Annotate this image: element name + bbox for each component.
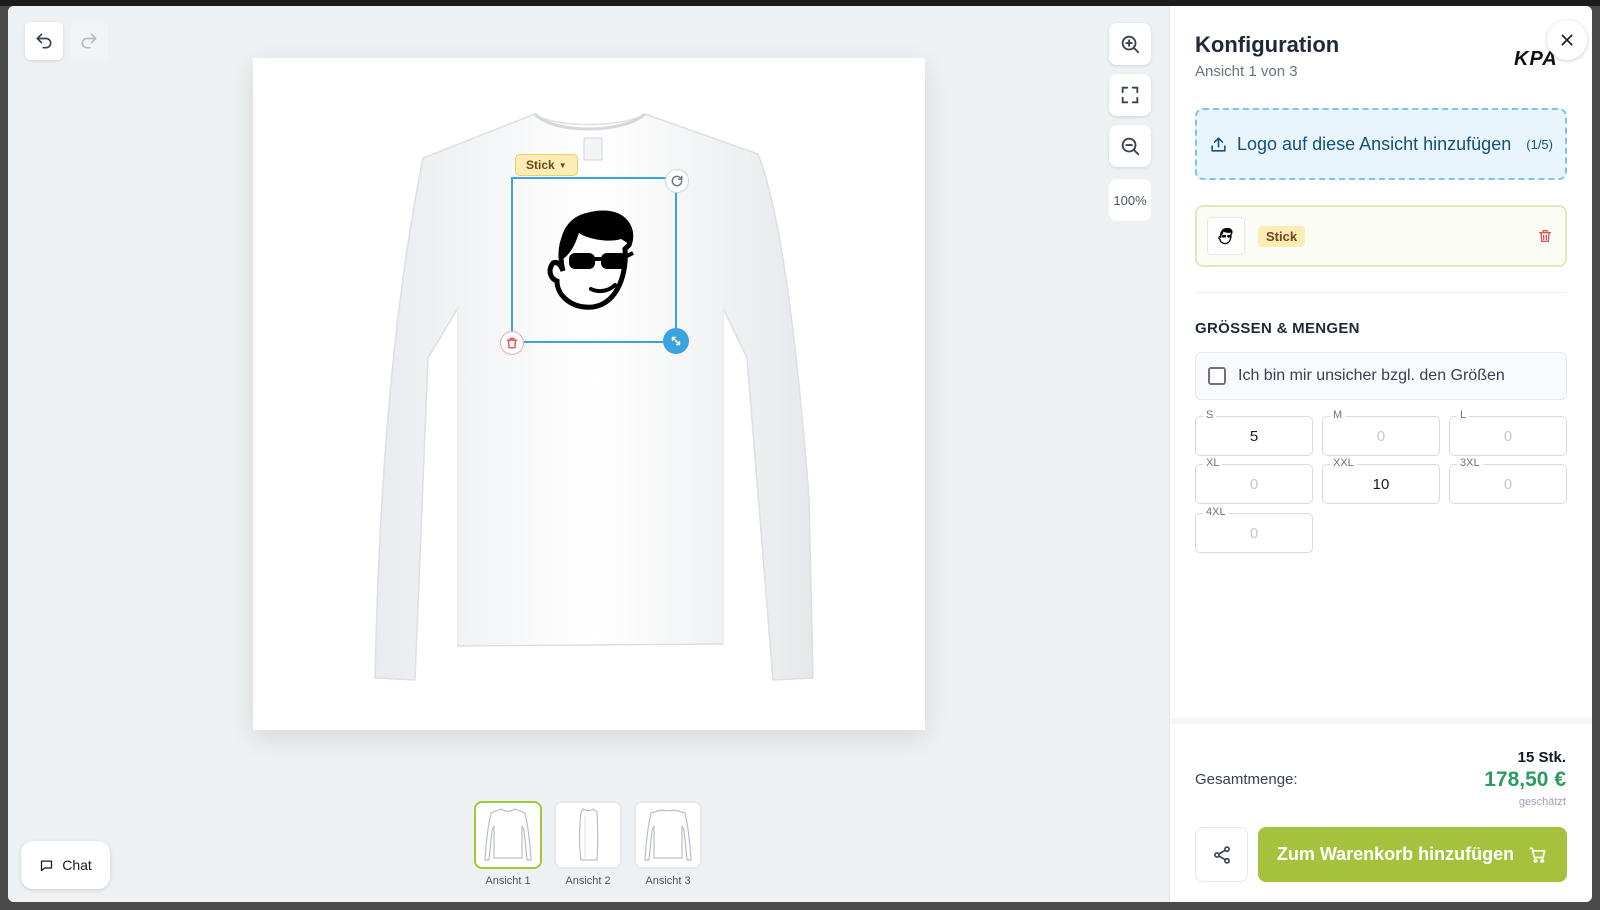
cart-icon xyxy=(1529,847,1546,863)
redo-icon xyxy=(81,33,97,49)
size-placeholder: 0 xyxy=(1503,475,1513,493)
logo-thumbnail xyxy=(1207,217,1245,255)
logo-count: (1/5) xyxy=(1526,136,1553,152)
total-price: 178,50 € xyxy=(1484,768,1566,791)
size-unsure-label: Ich bin mir unsicher bzgl. den Größen xyxy=(1238,367,1505,384)
rotate-icon xyxy=(671,175,683,187)
close-icon xyxy=(1561,34,1573,46)
shirt-front-thumbnail xyxy=(484,808,532,861)
view-thumbnail-image xyxy=(634,801,702,869)
zoom-out-icon xyxy=(1121,137,1140,156)
zoom-out-button[interactable] xyxy=(1109,125,1151,167)
close-button[interactable] xyxy=(1547,20,1587,60)
delete-logo-button[interactable] xyxy=(1535,226,1555,246)
undo-button[interactable] xyxy=(25,22,63,60)
configurator-modal: 100% Stick ▼ Ansicht 1 Ansicht 2 Ansicht… xyxy=(8,6,1592,902)
size-placeholder: 0 xyxy=(1249,524,1259,542)
canvas-area: 100% Stick ▼ Ansicht 1 Ansicht 2 Ansicht… xyxy=(8,6,1169,902)
configuration-panel: Konfiguration Ansicht 1 von 3 KPA Logo a… xyxy=(1169,6,1592,902)
chat-icon xyxy=(41,860,53,871)
size-label: L xyxy=(1457,409,1470,421)
panel-title: Konfiguration xyxy=(1195,32,1340,57)
view-counter: Ansicht 1 von 3 xyxy=(1195,63,1298,80)
sizes-section-title: GRÖSSEN & MENGEN xyxy=(1195,320,1360,337)
add-logo-button[interactable]: Logo auf diese Ansicht hinzufügen (1/5) xyxy=(1195,108,1567,180)
logo-face-thumbnail xyxy=(1218,227,1233,245)
size-input-xxl[interactable]: 10 xyxy=(1322,464,1440,504)
trash-icon xyxy=(506,337,518,349)
size-label: XXL xyxy=(1330,457,1357,469)
view-thumbnail-image xyxy=(474,801,542,869)
size-input-l[interactable]: 0 xyxy=(1449,416,1567,456)
size-input-s[interactable]: 5 xyxy=(1195,416,1313,456)
size-label: M xyxy=(1330,409,1346,421)
price-estimate-note: geschätzt xyxy=(1518,796,1566,808)
add-to-cart-button[interactable]: Zum Warenkorb hinzufügen xyxy=(1258,827,1567,882)
shirt-image xyxy=(374,112,814,681)
share-button[interactable] xyxy=(1195,827,1248,882)
add-logo-label: Logo auf diese Ansicht hinzufügen xyxy=(1237,133,1512,154)
total-quantity: 15 Stk. xyxy=(1517,749,1566,766)
view-thumbnail[interactable]: Ansicht 2 xyxy=(554,801,622,887)
logo-method-badge: Stick xyxy=(1258,225,1306,247)
zoom-level: 100% xyxy=(1109,179,1151,221)
size-placeholder: 0 xyxy=(1376,427,1386,445)
add-to-cart-label: Zum Warenkorb hinzufügen xyxy=(1276,844,1515,864)
footer-separator xyxy=(1170,718,1592,724)
divider xyxy=(1195,292,1567,293)
logo-list-item[interactable]: Stick xyxy=(1195,205,1567,267)
chat-button[interactable]: Chat xyxy=(21,841,110,889)
size-label: 3XL xyxy=(1457,457,1483,469)
total-label: Gesamtmenge: xyxy=(1195,771,1298,788)
trash-icon xyxy=(1539,230,1551,242)
upload-icon xyxy=(1211,136,1226,152)
view-thumbnail-label: Ansicht 1 xyxy=(485,875,531,887)
design-selection-box[interactable] xyxy=(511,177,677,343)
size-label: S xyxy=(1203,409,1217,421)
zoom-in-icon xyxy=(1121,35,1140,54)
size-placeholder: 0 xyxy=(1503,427,1513,445)
view-thumbnail[interactable]: Ansicht 3 xyxy=(634,801,702,887)
resize-icon xyxy=(671,336,681,346)
fullscreen-icon xyxy=(1121,86,1139,104)
view-thumbnail-image xyxy=(554,801,622,869)
size-input-xl[interactable]: 0 xyxy=(1195,464,1313,504)
size-input-3xl[interactable]: 0 xyxy=(1449,464,1567,504)
share-icon xyxy=(1213,845,1230,864)
rotate-handle[interactable] xyxy=(665,169,689,193)
size-input-4xl[interactable]: 0 xyxy=(1195,513,1313,553)
zoom-in-button[interactable] xyxy=(1109,23,1151,65)
print-method-label: Stick xyxy=(526,158,555,172)
resize-handle[interactable] xyxy=(663,328,689,354)
view-thumbnail-label: Ansicht 3 xyxy=(645,875,691,887)
product-artboard: Stick ▼ xyxy=(253,58,925,730)
undo-icon xyxy=(36,33,52,49)
chat-label: Chat xyxy=(62,857,92,873)
fullscreen-button[interactable] xyxy=(1109,74,1151,116)
size-placeholder: 0 xyxy=(1249,475,1259,493)
size-label: XL xyxy=(1203,457,1223,469)
shirt-side-thumbnail xyxy=(578,808,599,861)
logo-face-graphic xyxy=(547,210,634,310)
size-unsure-checkbox[interactable] xyxy=(1208,367,1226,385)
redo-button[interactable] xyxy=(70,22,108,60)
delete-design-handle[interactable] xyxy=(500,331,524,355)
view-thumbnail-label: Ansicht 2 xyxy=(565,875,611,887)
view-thumbnail[interactable]: Ansicht 1 xyxy=(474,801,542,887)
caret-down-icon: ▼ xyxy=(558,160,567,170)
size-unsure-option[interactable]: Ich bin mir unsicher bzgl. den Größen xyxy=(1195,352,1567,400)
size-value: 5 xyxy=(1249,427,1259,445)
size-input-m[interactable]: 0 xyxy=(1322,416,1440,456)
print-method-dropdown[interactable]: Stick ▼ xyxy=(515,154,578,176)
size-value: 10 xyxy=(1372,475,1390,493)
size-label: 4XL xyxy=(1203,506,1229,518)
view-thumbnails: Ansicht 1 Ansicht 2 Ansicht 3 xyxy=(474,801,702,887)
shirt-back-thumbnail xyxy=(644,809,692,861)
